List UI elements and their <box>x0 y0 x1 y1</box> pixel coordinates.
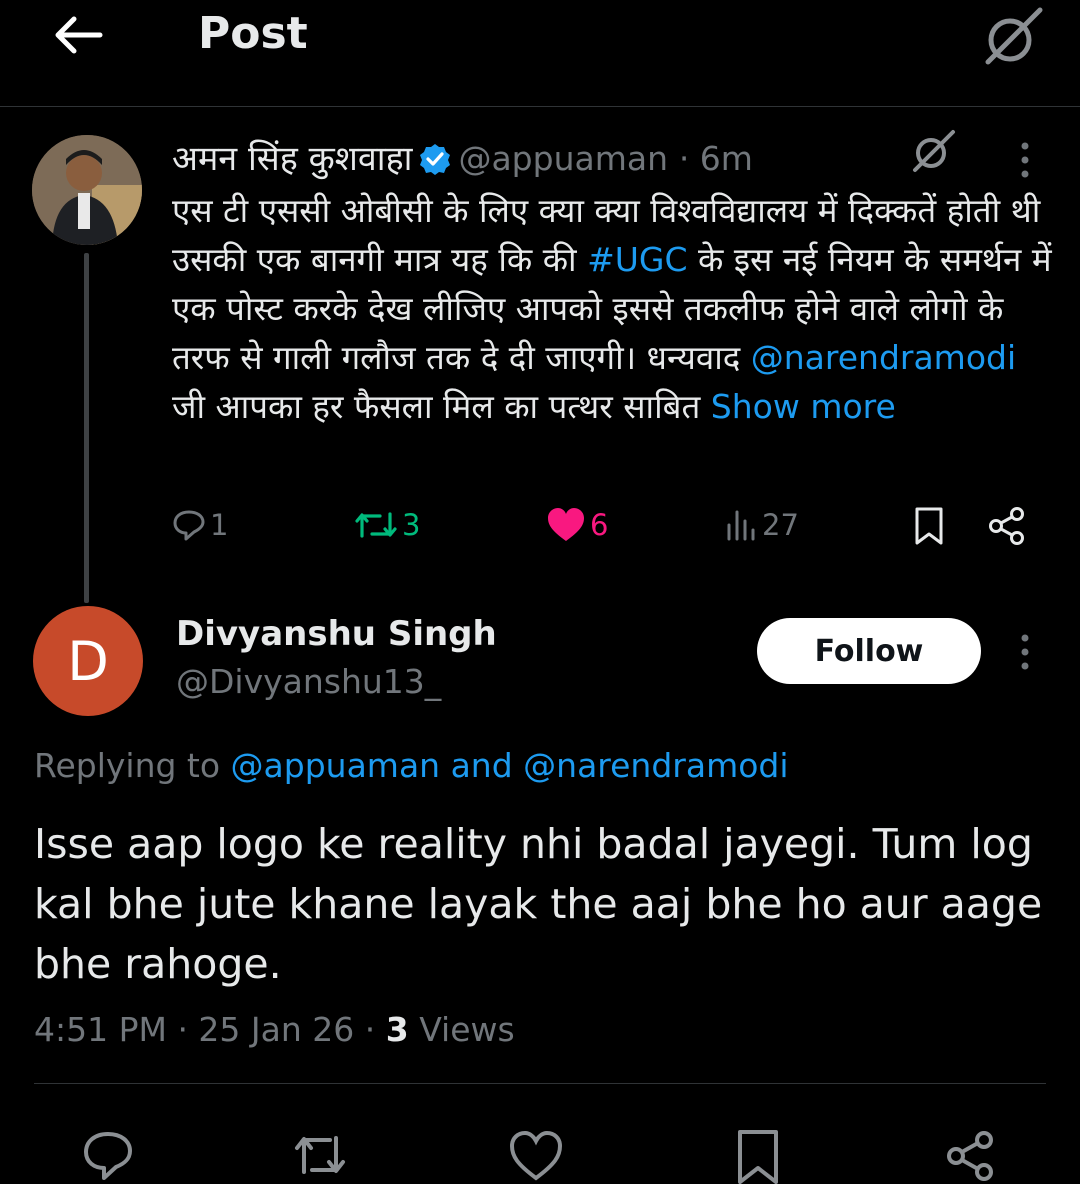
grok-icon[interactable] <box>980 4 1046 70</box>
replying-mentions[interactable]: @appuaman and @narendramodi <box>231 746 789 785</box>
post-author-line: अमन सिंह कुशवाहा @appuaman · 6m <box>172 136 753 182</box>
share-icon[interactable] <box>942 1128 998 1184</box>
views-action[interactable]: 27 <box>724 500 799 550</box>
follow-button[interactable]: Follow <box>757 618 981 684</box>
repost-icon <box>355 512 397 538</box>
views-count: 27 <box>762 508 799 542</box>
repost-count: 3 <box>402 508 421 542</box>
repost-action[interactable]: 3 <box>354 500 420 550</box>
avatar[interactable]: D <box>33 606 143 716</box>
reply-author-name[interactable]: Divyanshu Singh <box>176 614 497 654</box>
top-bar <box>0 0 1080 107</box>
views-count[interactable]: 3 <box>386 1010 409 1049</box>
heart-icon[interactable] <box>508 1128 564 1184</box>
reply-count: 1 <box>210 508 229 542</box>
replying-to: Replying to @appuaman and @narendramodi <box>34 746 789 785</box>
repost-icon[interactable] <box>292 1128 348 1184</box>
post-meta: 4:51 PM · 25 Jan 26 · 3 Views <box>34 1010 515 1049</box>
views-icon <box>727 510 755 541</box>
reply-icon <box>173 510 205 541</box>
arrow-left-icon[interactable] <box>50 10 106 60</box>
heart-filled-icon <box>548 508 584 541</box>
verified-badge-icon <box>420 144 451 175</box>
post-text: एस टी एससी ओबीसी के लिए क्या क्या विश्वव… <box>172 186 1052 431</box>
views-label: Views <box>408 1010 515 1049</box>
post-timestamp: 4:51 PM · 25 Jan 26 · <box>34 1010 386 1049</box>
post-actions: 1 3 6 27 <box>172 500 1052 550</box>
page-title: Post <box>198 8 308 59</box>
post-text-3: जी आपका हर फैसला मिल का पत्थर साबित <box>172 387 711 426</box>
author-handle[interactable]: @appuaman <box>458 139 668 178</box>
reply-action[interactable]: 1 <box>172 500 228 550</box>
avatar[interactable] <box>32 135 142 245</box>
thread-line <box>84 253 89 603</box>
like-count: 6 <box>590 508 609 542</box>
reply-icon[interactable] <box>80 1128 136 1184</box>
grok-icon[interactable] <box>908 126 958 176</box>
bookmark-icon[interactable] <box>912 506 946 546</box>
bookmark-icon[interactable] <box>730 1128 786 1184</box>
more-options-icon[interactable] <box>1010 632 1040 672</box>
post-time: · 6m <box>678 139 753 178</box>
reply-text: Isse aap logo ke reality nhi badal jayeg… <box>34 820 1043 988</box>
reply-author-handle[interactable]: @Divyanshu13_ <box>176 662 441 701</box>
more-options-icon[interactable] <box>1010 140 1040 180</box>
mention-link[interactable]: @narendramodi <box>751 338 1016 377</box>
show-more-link[interactable]: Show more <box>711 387 896 426</box>
author-name[interactable]: अमन सिंह कुशवाहा <box>172 139 412 179</box>
divider <box>34 1083 1046 1084</box>
share-icon[interactable] <box>987 506 1027 546</box>
replying-prefix: Replying to <box>34 746 231 785</box>
hashtag-link[interactable]: #UGC <box>587 240 687 279</box>
like-action[interactable]: 6 <box>546 500 608 550</box>
